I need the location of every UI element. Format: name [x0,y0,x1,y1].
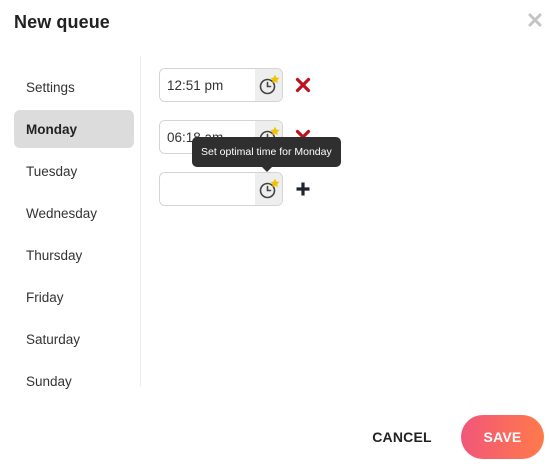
day-sidebar: Settings Monday Tuesday Wednesday Thursd… [14,68,134,404]
time-field [159,68,283,102]
remove-x-icon [295,77,311,93]
optimal-time-button[interactable] [255,69,282,101]
sidebar-item-thursday[interactable]: Thursday [14,236,134,274]
sidebar-item-wednesday[interactable]: Wednesday [14,194,134,232]
sidebar-item-label: Friday [26,289,64,305]
sidebar-item-label: Settings [26,79,75,95]
optimal-time-tooltip: Set optimal time for Monday [192,137,341,167]
time-field [159,172,283,206]
dialog-title: New queue [14,12,110,32]
sidebar-item-tuesday[interactable]: Tuesday [14,152,134,190]
sidebar-item-label: Tuesday [26,163,78,179]
time-input[interactable] [160,69,255,101]
clock-star-icon [259,178,280,199]
save-button[interactable]: SAVE [461,415,544,459]
plus-icon [296,182,310,196]
sidebar-item-label: Sunday [26,373,72,389]
optimal-time-button[interactable] [255,173,282,205]
close-button[interactable] [527,12,543,28]
sidebar-item-monday[interactable]: Monday [14,110,134,148]
cancel-button[interactable]: CANCEL [364,416,440,458]
time-row [159,68,311,102]
sidebar-item-settings[interactable]: Settings [14,68,134,106]
sidebar-item-saturday[interactable]: Saturday [14,320,134,358]
remove-time-button[interactable] [295,77,311,93]
sidebar-item-sunday[interactable]: Sunday [14,362,134,400]
time-row [159,172,311,206]
add-time-button[interactable] [295,181,311,197]
sidebar-item-label: Saturday [26,331,81,347]
new-queue-dialog: New queue Settings Monday Tuesday Wednes… [0,0,550,468]
sidebar-item-label: Monday [26,121,78,137]
sidebar-item-label: Thursday [26,247,83,263]
sidebar-item-label: Wednesday [26,205,98,221]
close-icon [528,13,542,27]
sidebar-divider [140,56,141,386]
sidebar-item-friday[interactable]: Friday [14,278,134,316]
tooltip-arrow [262,167,272,172]
clock-star-icon [259,74,280,95]
time-input[interactable] [160,173,255,205]
